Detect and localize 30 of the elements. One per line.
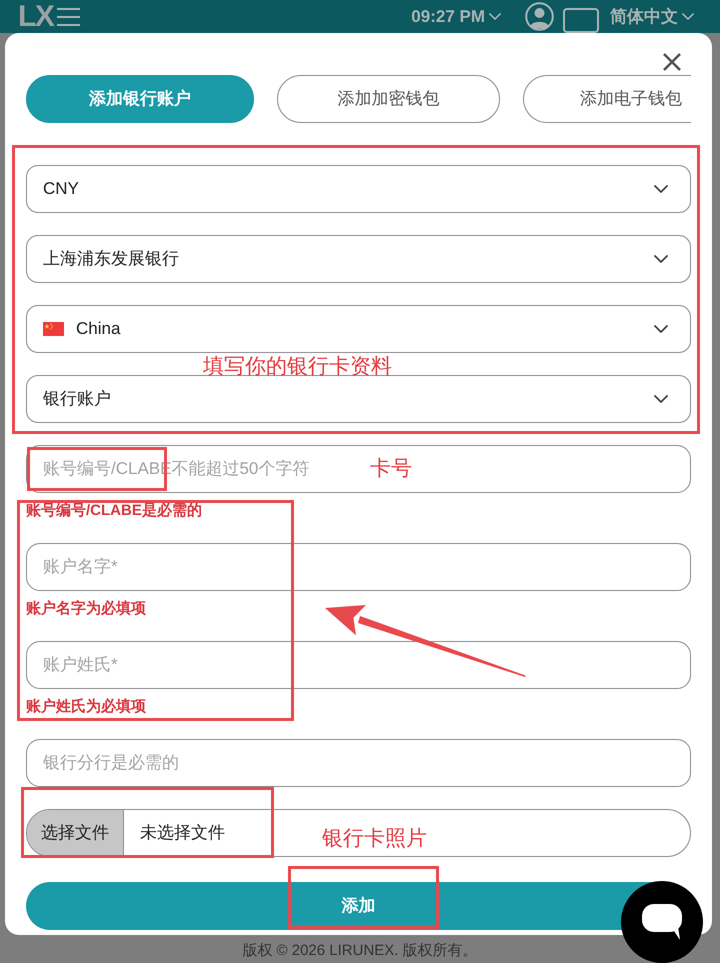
user-icon[interactable] [525,2,554,31]
file-name-text: 未选择文件 [140,822,225,844]
select-field[interactable]: 上海浦东发展银行 [26,235,691,283]
chevron-icon [654,255,668,263]
error-text: 账号编号/CLABE是必需的 [26,501,203,521]
chevron-icon [654,325,668,333]
close-icon [662,52,682,72]
tab[interactable]: 添加电子钱包 [523,75,691,123]
copyright-text: 版权 © 2026 LIRUNEX. 版权所有。 [241,941,479,961]
chevron-icon [654,185,668,193]
input-field[interactable]: 账户姓氏* [26,641,691,689]
chevron-icon [489,13,501,20]
annotation-text: 银行卡照片 [322,826,427,852]
error-text: 账户名字为必填项 [26,599,147,619]
tab[interactable]: 添加加密钱包 [277,75,500,123]
error-text: 账户姓氏为必填项 [26,697,147,717]
chevron-icon [654,395,668,403]
chevron-icon [682,13,694,20]
language-dropdown[interactable]: 简体中文 [610,4,694,30]
input-field[interactable]: 银行分行是必需的 [26,739,691,787]
choose-file-button[interactable]: 选择文件 [27,810,124,856]
time-dropdown[interactable]: 09:27 PM [411,4,501,30]
input-field[interactable]: 账户名字* [26,543,691,591]
annotation-text: 卡号 [370,456,412,482]
select-field[interactable]: CNY [26,165,691,213]
select-field[interactable]: 银行账户 [26,375,691,423]
menu-icon[interactable] [57,8,80,26]
select-field[interactable]: China [26,305,691,353]
flag-icon [43,322,64,336]
chat-bubble-icon [642,904,682,940]
